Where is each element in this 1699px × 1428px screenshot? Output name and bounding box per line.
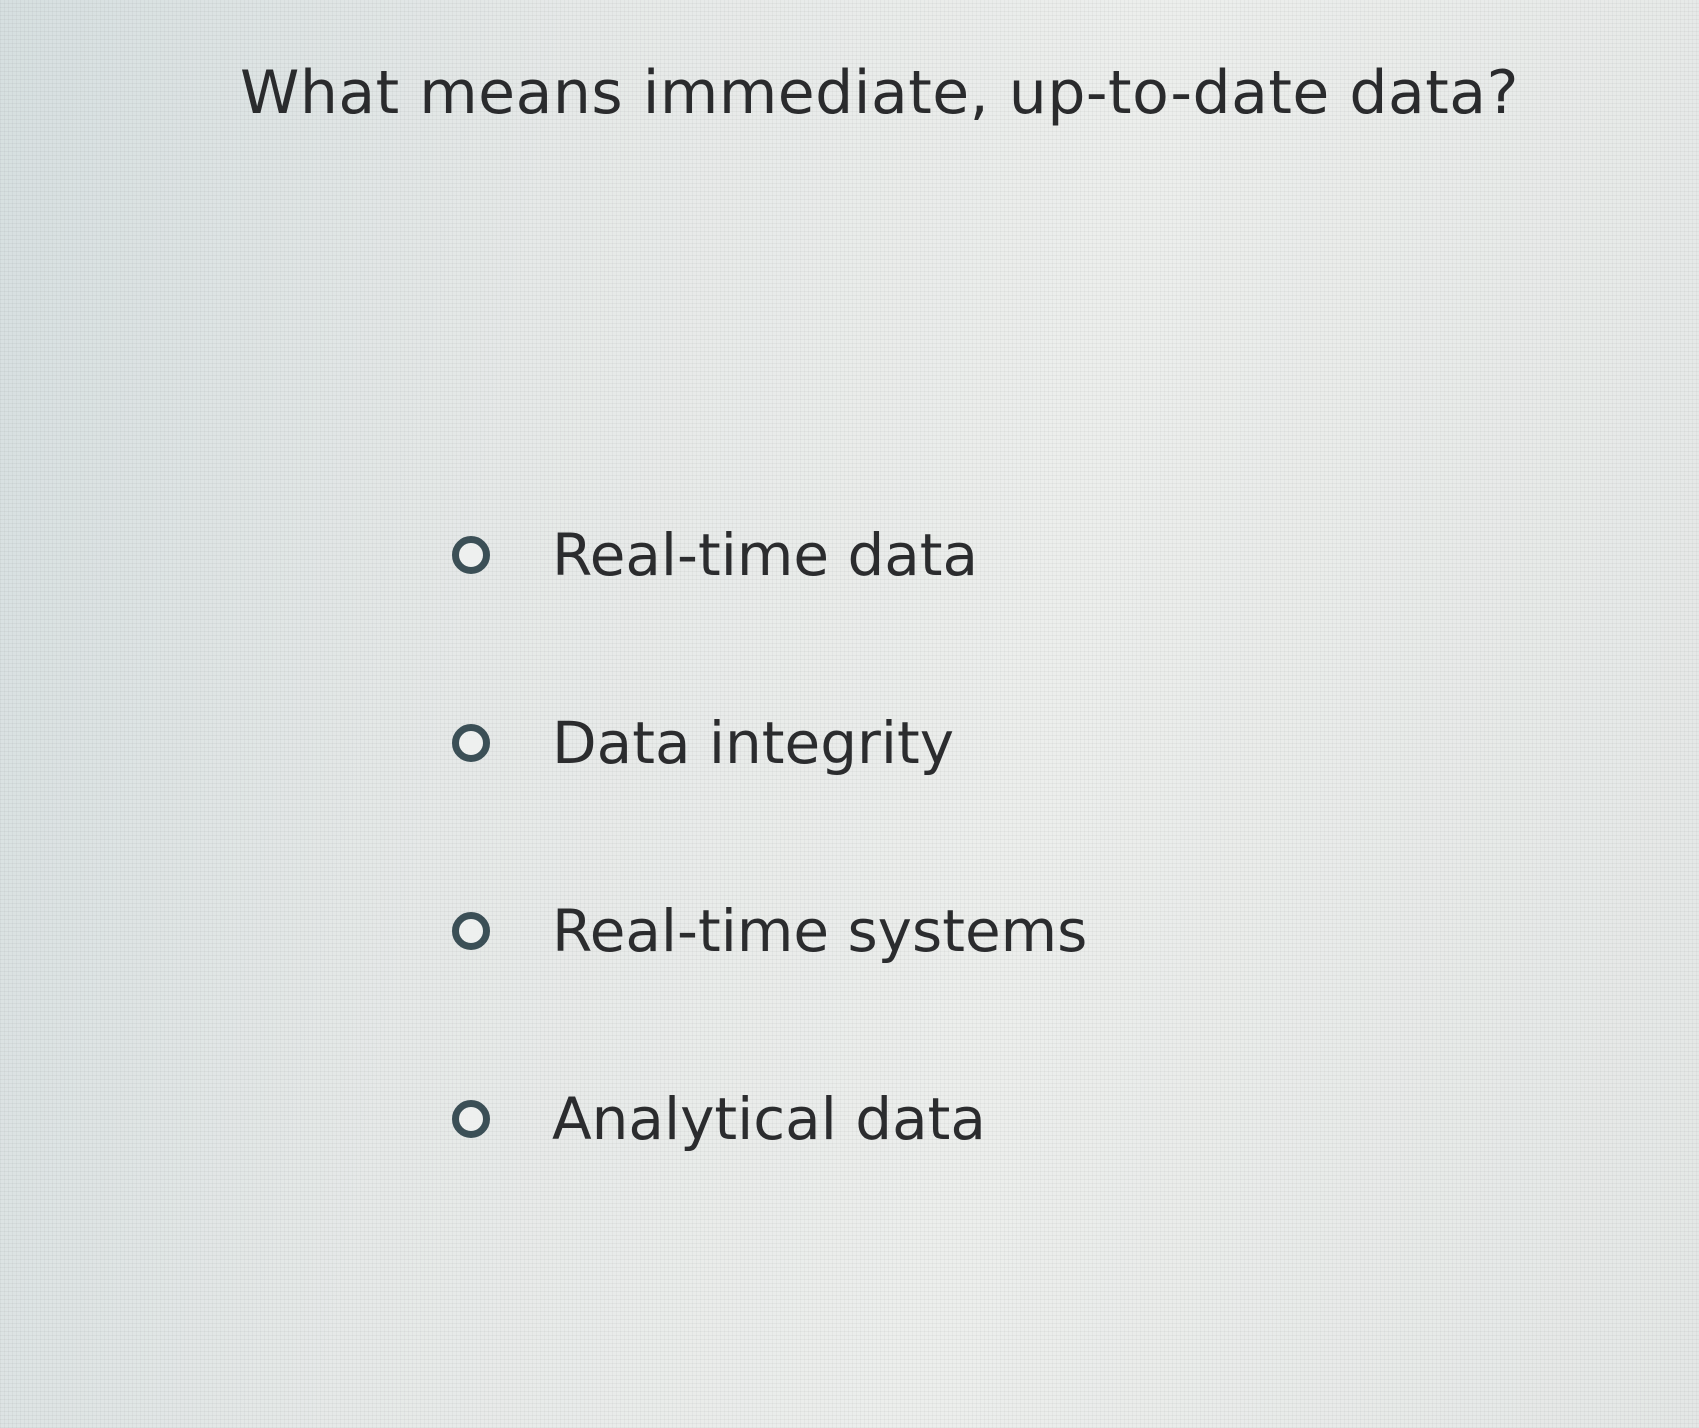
answer-option-real-time-systems[interactable]: Real-time systems: [452, 896, 1087, 966]
option-label[interactable]: Real-time systems: [552, 897, 1087, 965]
option-label[interactable]: Real-time data: [552, 521, 978, 589]
answer-option-data-integrity[interactable]: Data integrity: [452, 708, 1087, 778]
option-label[interactable]: Data integrity: [552, 709, 954, 777]
radio-button[interactable]: [452, 536, 490, 574]
answer-option-analytical-data[interactable]: Analytical data: [452, 1084, 1087, 1154]
radio-button[interactable]: [452, 724, 490, 762]
quiz-screen: What means immediate, up-to-date data? R…: [0, 0, 1699, 1428]
answer-option-real-time-data[interactable]: Real-time data: [452, 520, 1087, 590]
radio-button[interactable]: [452, 1100, 490, 1138]
option-label[interactable]: Analytical data: [552, 1085, 986, 1153]
question-text: What means immediate, up-to-date data?: [240, 58, 1519, 128]
answer-options: Real-time data Data integrity Real-time …: [452, 520, 1087, 1154]
radio-button[interactable]: [452, 912, 490, 950]
